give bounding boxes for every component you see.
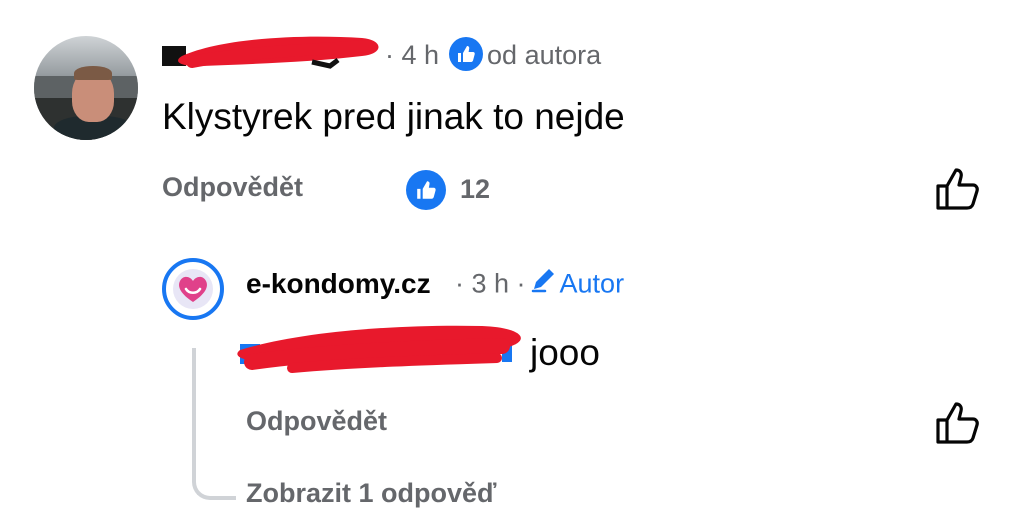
comment-text: Klystyrek pred jinak to nejde xyxy=(162,96,625,137)
thread-connector xyxy=(192,348,236,500)
author-tag: Autor xyxy=(559,268,625,299)
author-badge-label: od autora xyxy=(487,40,602,71)
reply-text: jooo xyxy=(530,332,600,373)
comment-time[interactable]: · 4 h xyxy=(385,40,439,70)
reply-meta: · 3 h · Autor xyxy=(455,268,624,303)
reply-author-name[interactable]: e-kondomy.cz xyxy=(246,268,431,300)
heart-smile-logo xyxy=(179,276,207,302)
reply-button[interactable]: Odpovědět xyxy=(162,172,303,203)
comment-meta: · 4 h od autora xyxy=(385,37,602,74)
reply-button[interactable]: Odpovědět xyxy=(246,406,387,437)
thumb-up-icon xyxy=(449,37,484,71)
pencil-icon xyxy=(530,265,558,300)
redacted-mention xyxy=(237,325,521,373)
brand-avatar[interactable] xyxy=(162,258,224,320)
reaction-count[interactable]: 12 xyxy=(460,174,490,205)
reply-time[interactable]: · 3 h · xyxy=(455,269,526,299)
like-outline-icon[interactable] xyxy=(934,400,982,446)
show-replies-link[interactable]: Zobrazit 1 odpověď xyxy=(246,478,496,509)
thumb-up-icon[interactable] xyxy=(406,170,446,210)
like-outline-icon[interactable] xyxy=(934,166,982,212)
redacted-author-name xyxy=(162,36,379,69)
avatar-hair xyxy=(74,66,112,80)
commenter-avatar[interactable] xyxy=(34,36,138,140)
